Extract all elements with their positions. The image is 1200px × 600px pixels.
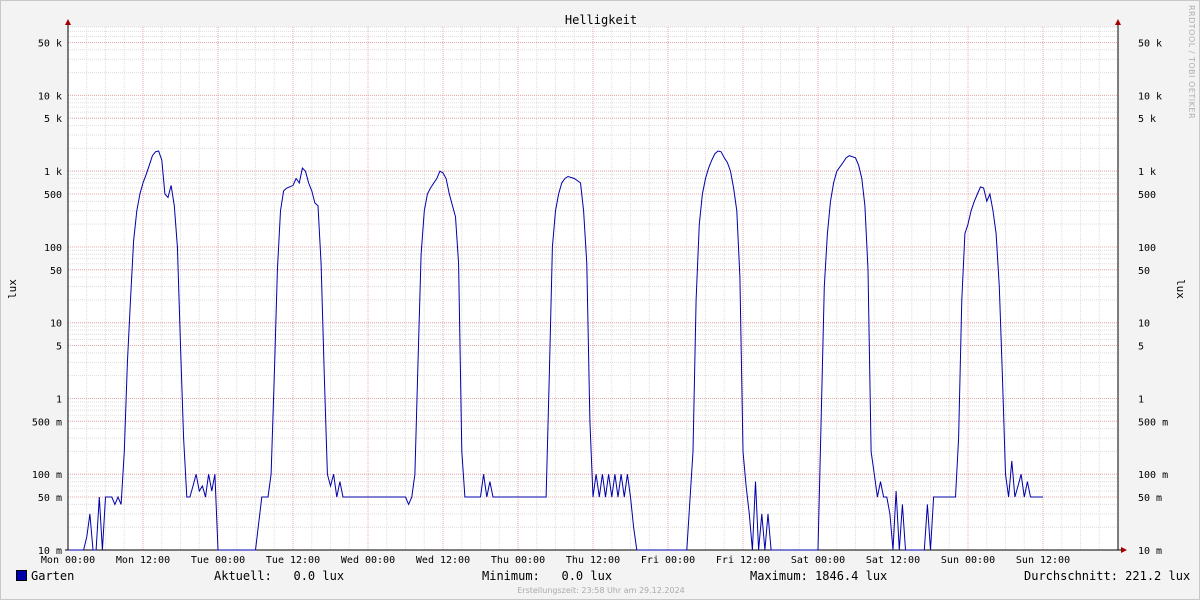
y-tick-label-right: 5 bbox=[1138, 342, 1144, 353]
helligkeit-chart: 10 m 10 m50 m 50 m100 m 100 m500 m 500 m1 15 5… bbox=[6, 13, 1187, 566]
legend-swatch-garten bbox=[16, 570, 27, 581]
stat-average: Durchschnitt: 221.2 lux bbox=[1024, 569, 1190, 583]
stat-maximum-value: 1846.4 lux bbox=[815, 569, 888, 583]
y-tick-label-right: 10 k bbox=[1138, 91, 1162, 102]
y-tick-label-left: 50 bbox=[50, 266, 62, 277]
y-tick-label-right: 500 m bbox=[1138, 417, 1168, 428]
y-tick-label-left: 500 bbox=[44, 190, 62, 201]
y-tick-label-right: 100 m bbox=[1138, 470, 1168, 481]
y-tick-label-left: 5 bbox=[56, 342, 62, 353]
x-tick-label: Thu 00:00 bbox=[491, 555, 545, 566]
x-tick-label: Mon 12:00 bbox=[116, 555, 170, 566]
stat-average-label: Durchschnitt: bbox=[1024, 569, 1118, 583]
stat-current: Aktuell: 0.0 lux bbox=[214, 569, 344, 583]
y-tick-label-right: 10 m bbox=[1138, 546, 1162, 557]
x-tick-label: Tue 12:00 bbox=[266, 555, 320, 566]
x-tick-label: Sun 00:00 bbox=[941, 555, 995, 566]
y-tick-label-left: 1 bbox=[56, 394, 62, 405]
y-tick-label-right: 1 k bbox=[1138, 167, 1156, 178]
y-tick-label-right: 100 bbox=[1138, 243, 1156, 254]
stat-average-value: 221.2 lux bbox=[1125, 569, 1191, 583]
y-axis-label-left: lux bbox=[6, 279, 19, 299]
y-tick-label-right: 10 bbox=[1138, 319, 1150, 330]
x-tick-label: Mon 00:00 bbox=[41, 555, 95, 566]
stat-maximum-label: Maximum: bbox=[750, 569, 808, 583]
y-tick-label-left: 100 bbox=[44, 243, 62, 254]
legend-name: Garten bbox=[31, 569, 75, 583]
x-tick-label: Sat 12:00 bbox=[866, 555, 920, 566]
x-tick-label: Tue 00:00 bbox=[191, 555, 245, 566]
y-tick-label-right: 50 m bbox=[1138, 493, 1162, 504]
legend: Garten Aktuell: 0.0 lux Minimum: 0.0 lux… bbox=[1, 567, 1200, 585]
y-tick-label-left: 5 k bbox=[44, 114, 62, 125]
stat-current-value: 0.0 lux bbox=[293, 569, 345, 583]
y-tick-label-left: 100 m bbox=[32, 470, 62, 481]
y-tick-label-right: 500 bbox=[1138, 190, 1156, 201]
y-tick-label-left: 1 k bbox=[44, 167, 62, 178]
y-tick-label-right: 5 k bbox=[1138, 114, 1156, 125]
stat-current-label: Aktuell: bbox=[214, 569, 272, 583]
y-tick-label-right: 50 bbox=[1138, 266, 1150, 277]
x-tick-label: Sun 12:00 bbox=[1016, 555, 1070, 566]
x-tick-label: Wed 12:00 bbox=[416, 555, 470, 566]
stat-maximum: Maximum: 1846.4 lux bbox=[750, 569, 887, 583]
stat-minimum: Minimum: 0.0 lux bbox=[482, 569, 612, 583]
graph-frame: 10 m 10 m 50 m 50 m 100 m 100 m 500 m 500 m1155… bbox=[0, 0, 1200, 600]
y-tick-label-left: 50 k bbox=[38, 38, 62, 49]
y-tick-label-right: 1 bbox=[1138, 394, 1144, 405]
x-tick-label: Thu 12:00 bbox=[566, 555, 620, 566]
y-tick-label-right: 50 k bbox=[1138, 38, 1162, 49]
y-tick-label-left: 10 bbox=[50, 319, 62, 330]
x-tick-label: Fri 00:00 bbox=[641, 555, 695, 566]
footer-timestamp: Erstellungszeit: 23:58 Uhr am 29.12.2024 bbox=[517, 586, 685, 595]
y-tick-label-left: 50 m bbox=[38, 493, 62, 504]
y-axis-arrow-left bbox=[65, 19, 71, 25]
x-tick-label: Fri 12:00 bbox=[716, 555, 770, 566]
x-tick-label: Sat 00:00 bbox=[791, 555, 845, 566]
chart-title: Helligkeit bbox=[565, 13, 637, 27]
y-axis-label-right: lux bbox=[1174, 279, 1187, 299]
rrdtool-watermark: RRDTOOL / TOBI OETIKER bbox=[1187, 5, 1196, 120]
stat-minimum-label: Minimum: bbox=[482, 569, 540, 583]
y-tick-label-left: 500 m bbox=[32, 417, 62, 428]
y-tick-label-left: 10 k bbox=[38, 91, 62, 102]
x-tick-label: Wed 00:00 bbox=[341, 555, 395, 566]
x-axis-arrow bbox=[1121, 547, 1127, 553]
stat-minimum-value: 0.0 lux bbox=[561, 569, 613, 583]
y-axis-arrow-right bbox=[1115, 19, 1121, 25]
